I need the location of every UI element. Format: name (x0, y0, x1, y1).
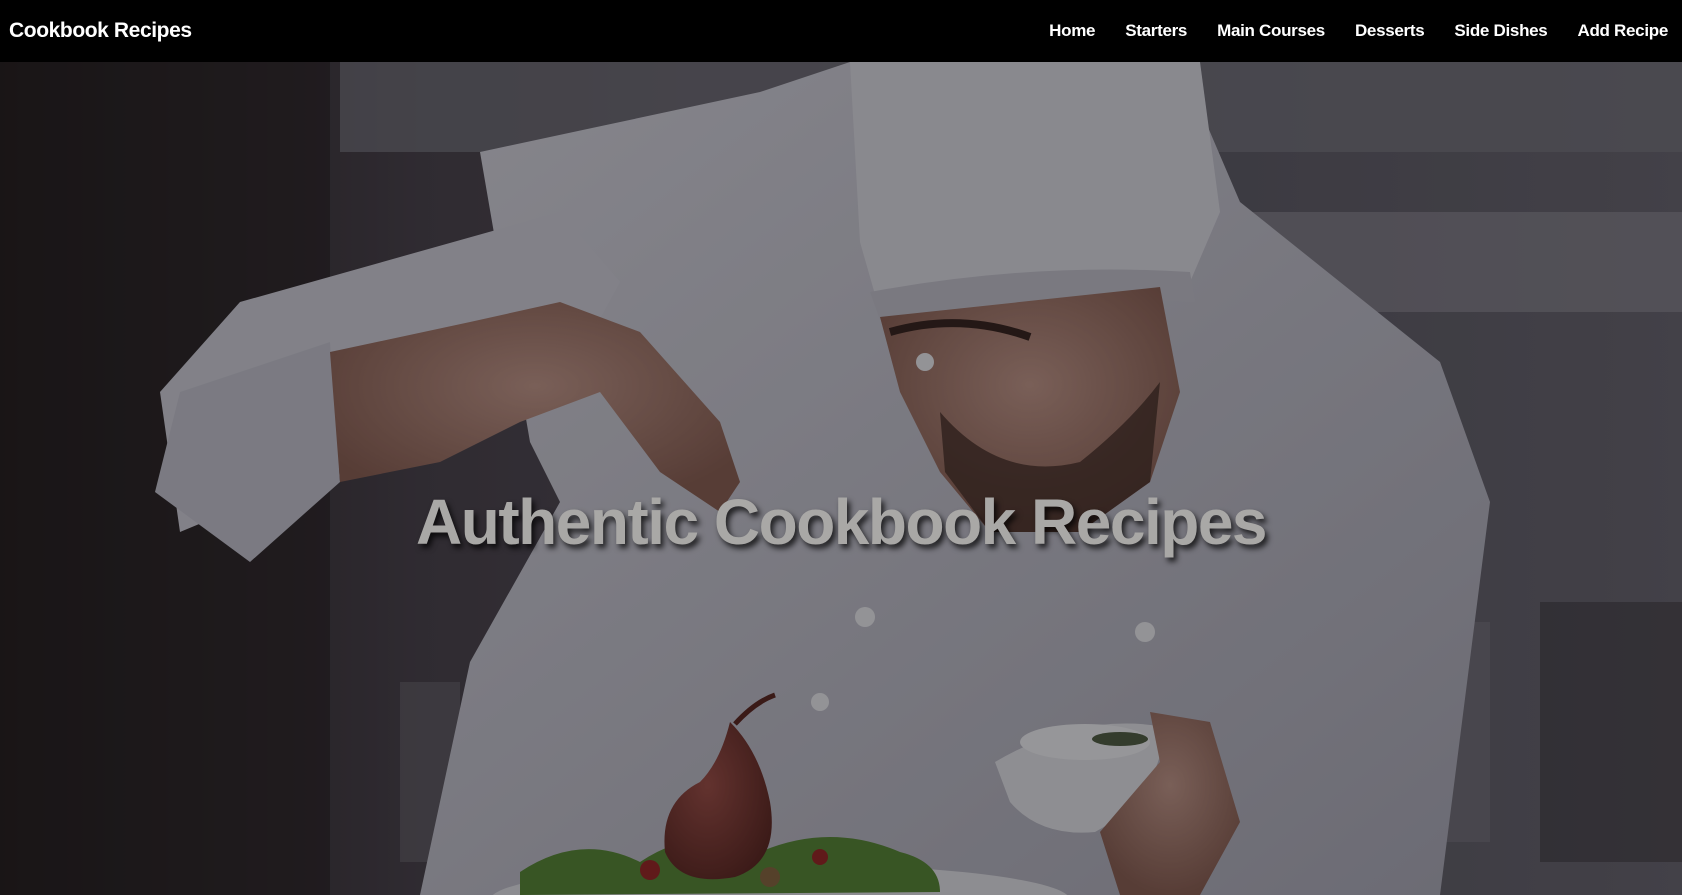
hero-section: Authentic Cookbook Recipes (0, 62, 1682, 895)
brand-logo-link[interactable]: Cookbook Recipes (9, 19, 192, 43)
nav-link-home[interactable]: Home (1049, 21, 1095, 40)
nav-link-side-dishes[interactable]: Side Dishes (1454, 21, 1547, 40)
nav-menu: Home Starters Main Courses Desserts Side… (1019, 21, 1668, 41)
hero-background-image (0, 62, 1682, 895)
nav-item-home: Home (1049, 21, 1095, 41)
nav-link-add-recipe[interactable]: Add Recipe (1577, 21, 1668, 40)
hero-title: Authentic Cookbook Recipes (416, 486, 1268, 558)
nav-link-starters[interactable]: Starters (1125, 21, 1187, 40)
nav-item-main-courses: Main Courses (1217, 21, 1325, 41)
top-navbar: Cookbook Recipes Home Starters Main Cour… (0, 0, 1682, 62)
nav-item-side-dishes: Side Dishes (1454, 21, 1547, 41)
nav-link-desserts[interactable]: Desserts (1355, 21, 1425, 40)
nav-item-starters: Starters (1125, 21, 1187, 41)
nav-item-add-recipe: Add Recipe (1577, 21, 1668, 41)
nav-link-main-courses[interactable]: Main Courses (1217, 21, 1325, 40)
nav-item-desserts: Desserts (1355, 21, 1425, 41)
